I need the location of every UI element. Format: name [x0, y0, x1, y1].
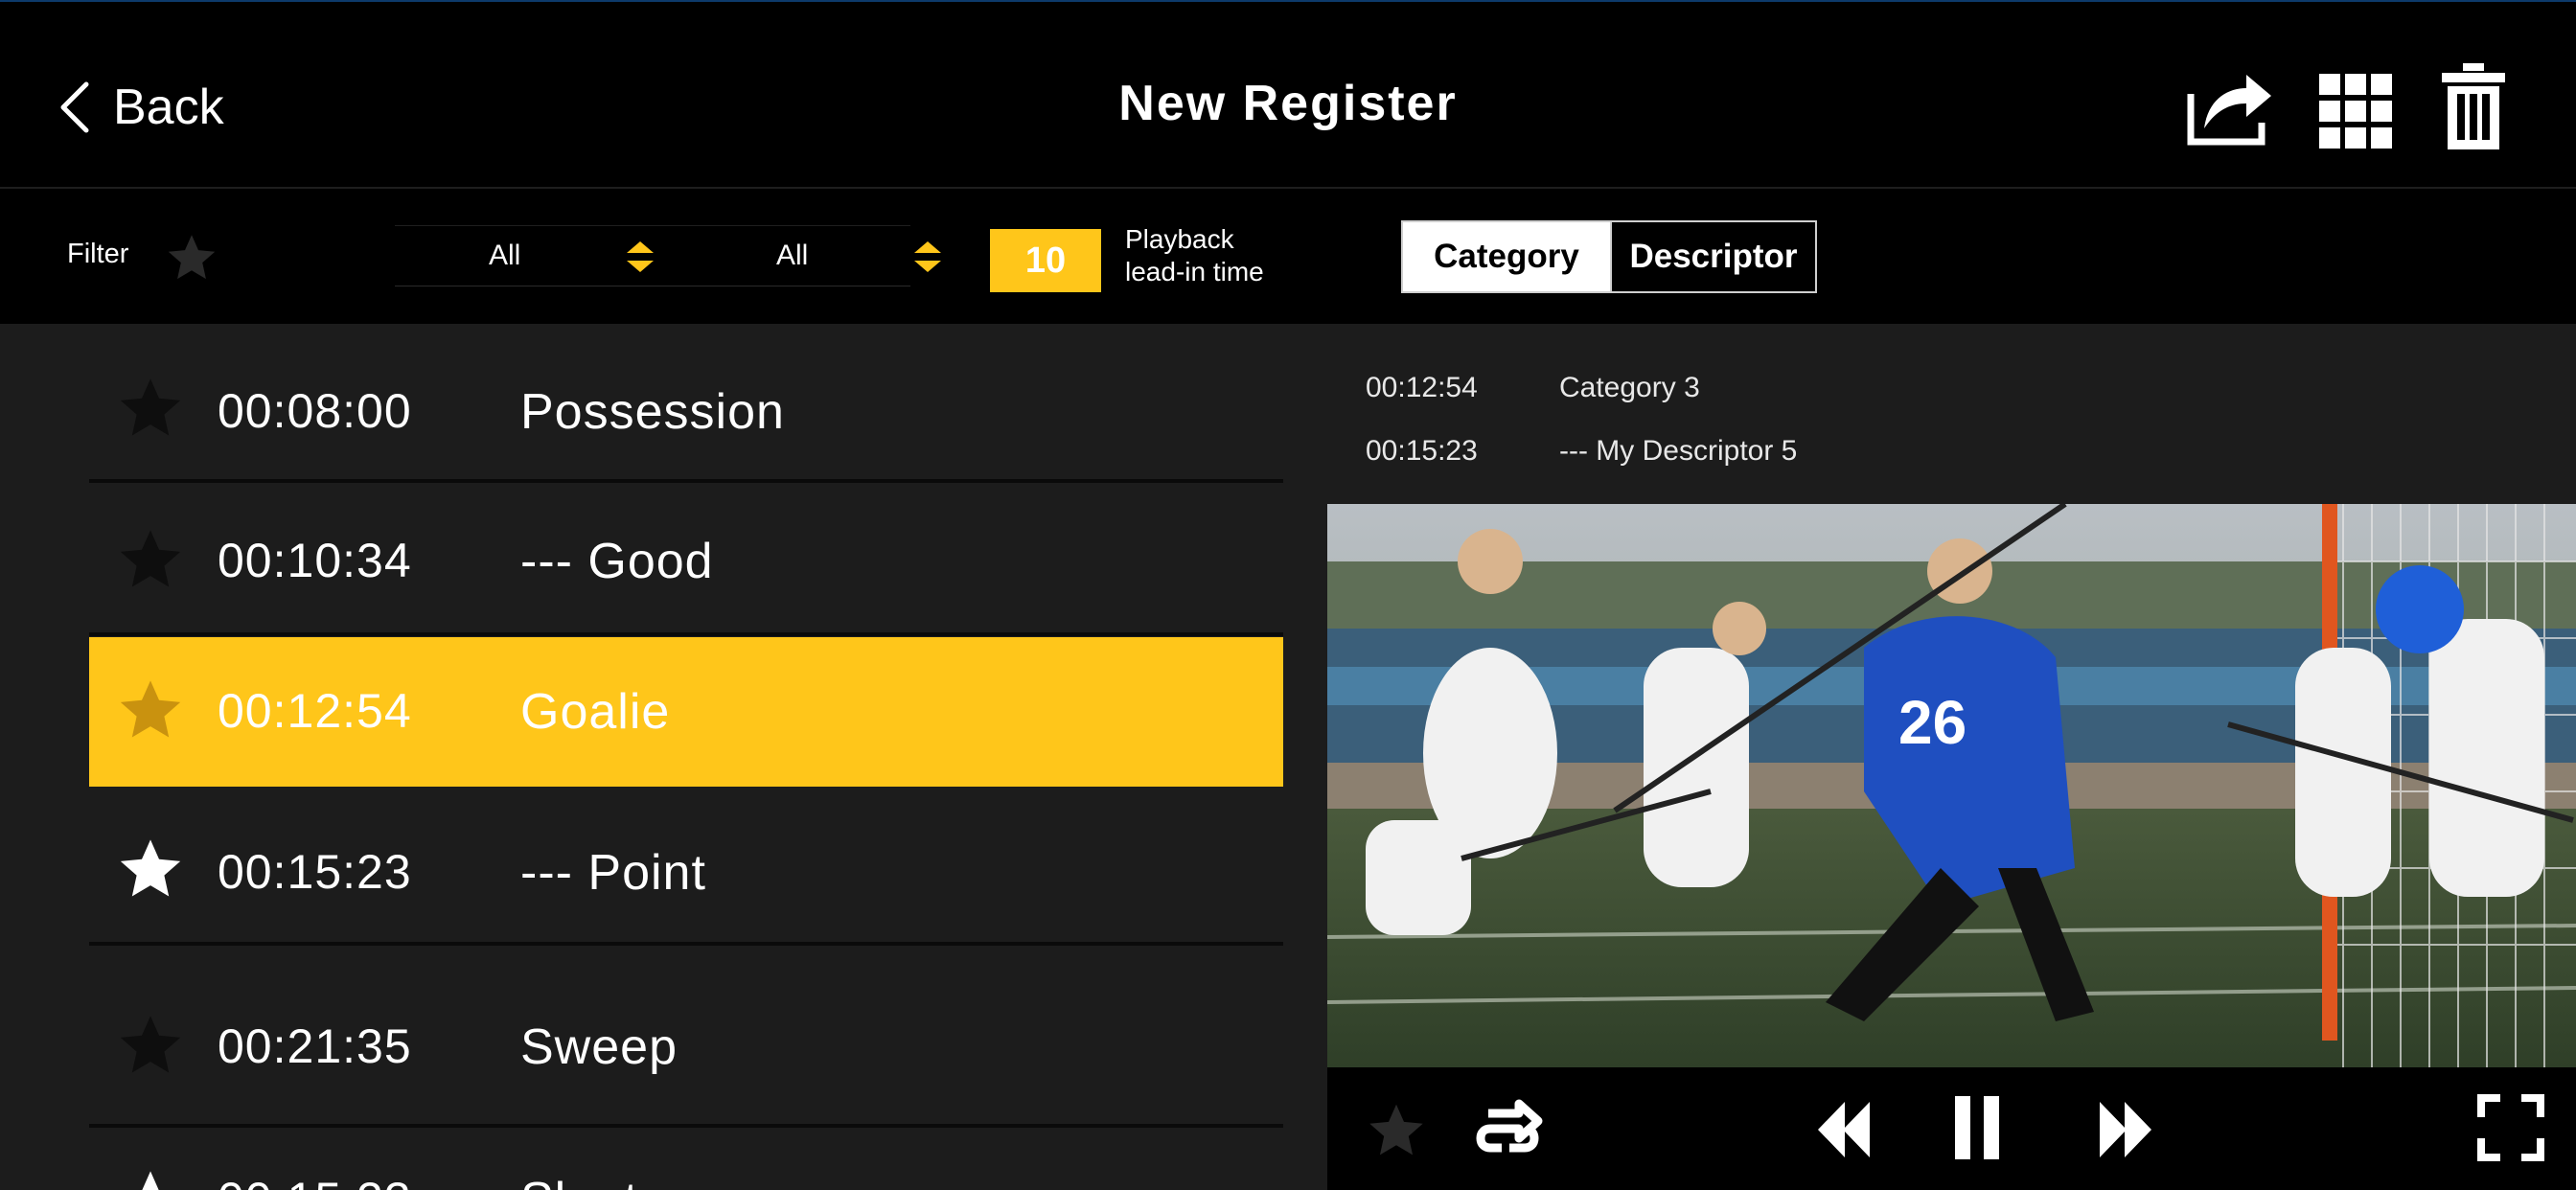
list-item-name: Sweep: [520, 1019, 678, 1075]
player-jersey-number: 26: [1898, 688, 1966, 757]
list-item-time: 00:15:23: [218, 1172, 412, 1190]
list-item-name: Possession: [520, 384, 785, 440]
pause-icon[interactable]: [1955, 1096, 1999, 1159]
list-item-time: 00:21:35: [218, 1019, 412, 1073]
detail-time-1: 00:12:54: [1366, 372, 1478, 403]
list-item-time: 00:15:23: [218, 845, 412, 899]
rewind-icon[interactable]: [1816, 1100, 1870, 1159]
star-filter-icon[interactable]: [165, 231, 218, 285]
detail-time-2: 00:15:23: [1366, 435, 1478, 467]
share-icon[interactable]: [2185, 61, 2273, 148]
list-item[interactable]: 00:15:23 --- Point: [89, 787, 1283, 946]
star-icon[interactable]: [116, 1011, 185, 1080]
list-item-name: --- Good: [520, 534, 714, 589]
filter-bar: Filter All All 10 Playback lead-in time …: [0, 187, 2576, 324]
lead-in-label-line2: lead-in time: [1125, 257, 1264, 286]
list-item-time: 00:10:34: [218, 534, 412, 587]
trash-icon[interactable]: [2442, 63, 2505, 149]
sort-arrows-icon: [627, 241, 654, 272]
star-icon[interactable]: [116, 835, 185, 904]
list-item-name: Slant: [520, 1172, 639, 1190]
segment-category[interactable]: Category: [1403, 222, 1610, 291]
detail-category: Category 3: [1559, 372, 1700, 403]
lead-in-label-line1: Playback: [1125, 224, 1234, 254]
star-icon[interactable]: [116, 1166, 185, 1190]
descriptor-filter-select[interactable]: All: [677, 225, 941, 286]
top-bar: Back New Register: [0, 0, 2576, 187]
category-descriptor-toggle: Category Descriptor: [1401, 220, 1817, 293]
category-filter-select[interactable]: All: [395, 225, 702, 286]
list-item[interactable]: 00:15:23 Slant: [89, 1128, 1283, 1190]
fullscreen-icon[interactable]: [2477, 1094, 2544, 1161]
register-list: 00:08:00 Possession 00:10:34 --- Good 00…: [0, 324, 1313, 1190]
list-item-selected[interactable]: 00:12:54 Goalie: [89, 637, 1283, 787]
star-icon[interactable]: [116, 525, 185, 594]
list-item-time: 00:08:00: [218, 384, 412, 438]
detail-descriptor: --- My Descriptor 5: [1559, 435, 1798, 467]
star-icon[interactable]: [1366, 1100, 1427, 1161]
filter-label: Filter: [67, 239, 129, 269]
lead-in-time-input[interactable]: 10: [990, 229, 1101, 292]
star-icon[interactable]: [116, 675, 185, 744]
grid-view-icon[interactable]: [2319, 74, 2392, 149]
star-icon[interactable]: [116, 374, 185, 443]
list-item-name: Goalie: [520, 684, 671, 740]
video-player[interactable]: 26: [1327, 504, 2576, 1067]
playback-controls: [1327, 1067, 2576, 1190]
segment-descriptor[interactable]: Descriptor: [1610, 222, 1815, 291]
list-item-name: --- Point: [520, 845, 706, 901]
fast-forward-icon[interactable]: [2100, 1100, 2153, 1159]
list-item[interactable]: 00:08:00 Possession: [89, 324, 1283, 483]
lead-in-time-label: Playback lead-in time: [1125, 223, 1264, 288]
descriptor-filter-value: All: [776, 240, 809, 271]
loop-icon[interactable]: [1467, 1096, 1548, 1159]
sort-arrows-icon: [914, 241, 941, 272]
list-item[interactable]: 00:21:35 Sweep: [89, 946, 1283, 1128]
list-item-time: 00:12:54: [218, 684, 412, 738]
list-item[interactable]: 00:10:34 --- Good: [89, 483, 1283, 636]
category-filter-value: All: [489, 240, 521, 271]
